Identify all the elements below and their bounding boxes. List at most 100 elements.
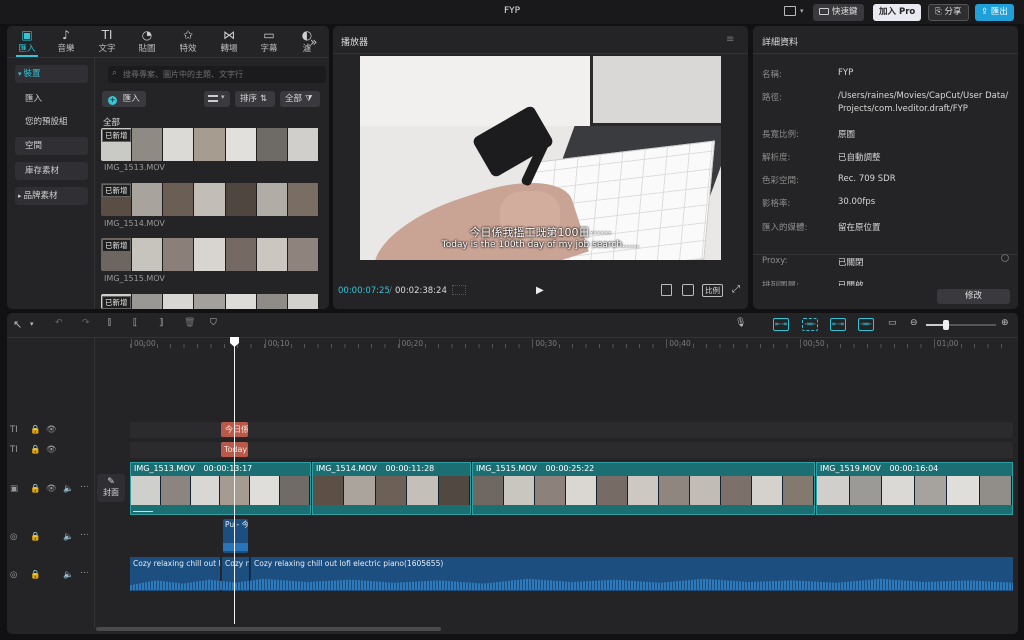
filter-button[interactable]: 全部 ⧩: [280, 91, 320, 107]
tab-1[interactable]: ▣ 匯入: [7, 28, 47, 54]
layout-icon[interactable]: [784, 6, 796, 16]
lock-icon[interactable]: 🔒: [30, 484, 41, 494]
speaker-icon[interactable]: 🔈: [63, 532, 74, 542]
split-icon[interactable]: ⫿: [108, 318, 111, 328]
media-item-thumbnail[interactable]: [101, 294, 319, 309]
video-preview[interactable]: 今日係我搵工既第100日⋯⋯ Today is the 100th day of…: [360, 56, 721, 260]
playhead-line[interactable]: [234, 346, 235, 624]
tab-5[interactable]: ✩ 特效: [168, 28, 208, 54]
detail-value: 已自動調整: [838, 153, 881, 163]
lock-icon[interactable]: 🔒: [30, 425, 41, 435]
search-input[interactable]: 搜尋專案、圖片中的主題、文字行: [123, 69, 243, 80]
export-button[interactable]: ⇪ 匯出: [975, 4, 1014, 21]
video-clip[interactable]: IMG_1513.MOV 00:00:13:17: [130, 462, 311, 515]
sidebar-item-6[interactable]: ▸ 品牌素材: [15, 187, 88, 205]
subtitle-icon: ▭: [263, 28, 275, 42]
video-clip[interactable]: IMG_1514.MOV 00:00:11:28: [312, 462, 471, 515]
main-track-magnet-icon[interactable]: ⇤⇥: [773, 318, 789, 331]
tab-6[interactable]: ⋈ 轉場: [209, 28, 249, 54]
tab-7[interactable]: ▭ 字幕: [249, 28, 289, 54]
audio-clip-label: Cozy relaxing chill out lofi electric pi…: [254, 559, 444, 568]
import-button[interactable]: + 匯入: [102, 91, 146, 107]
eye-icon[interactable]: 👁: [46, 425, 57, 435]
details-edit-button[interactable]: 修改: [937, 289, 1010, 304]
microphone-icon[interactable]: 🎙: [735, 318, 746, 328]
media-item-name: IMG_1514.MOV: [104, 219, 165, 228]
detail-value: 留在原位置: [838, 223, 881, 233]
sidebar-item-4[interactable]: 空間: [15, 137, 88, 155]
sidebar-item-label: 您的預設組: [25, 117, 68, 127]
tab-label: 貼圖: [138, 44, 156, 54]
grid-icon[interactable]: [452, 285, 466, 295]
cover-button[interactable]: ✎ 封面: [97, 474, 125, 502]
media-item-thumbnail[interactable]: [101, 128, 319, 161]
sidebar-item-5[interactable]: 庫存素材: [15, 162, 88, 180]
sidebar-item-3[interactable]: 您的預設組: [15, 113, 88, 131]
media-item-thumbnail[interactable]: [101, 238, 319, 271]
fullscreen-icon[interactable]: ⤢: [732, 284, 740, 295]
sort-button[interactable]: 排序 ⇅: [235, 91, 275, 107]
video-clip[interactable]: IMG_1515.MOV 00:00:25:22: [472, 462, 815, 515]
proxy-info-icon[interactable]: [1001, 254, 1009, 262]
detail-value: Rec. 709 SDR: [838, 174, 896, 184]
more-icon[interactable]: ⋯: [80, 482, 89, 492]
redo-icon[interactable]: ↷: [82, 318, 90, 328]
video-clip[interactable]: IMG_1519.MOV 00:00:16:04: [816, 462, 1013, 515]
trim-left-icon[interactable]: ⟦: [133, 318, 137, 328]
eye-icon[interactable]: 👁: [46, 484, 57, 494]
section-label: 全部: [103, 118, 121, 128]
linkage-icon[interactable]: ⇤⇥: [830, 318, 846, 331]
tab-label: 轉場: [220, 44, 238, 54]
share-button[interactable]: ⎘ 分享: [928, 4, 969, 21]
lock-icon[interactable]: 🔒: [30, 445, 41, 455]
fit-screen-icon[interactable]: [682, 284, 694, 296]
zoom-in-icon[interactable]: ⊕: [1001, 318, 1009, 328]
audio-track-icon: ◎: [10, 570, 18, 580]
lock-icon[interactable]: 🔒: [30, 570, 41, 580]
eye-icon[interactable]: 👁: [46, 445, 57, 455]
tab-3[interactable]: TI 文字: [87, 28, 127, 54]
tab-8[interactable]: ◐ 濾: [287, 28, 327, 54]
player-menu-icon[interactable]: ≡: [726, 34, 734, 45]
sidebar-item-2[interactable]: 匯入: [15, 90, 88, 108]
speaker-icon[interactable]: 🔈: [63, 570, 74, 580]
ratio-button[interactable]: 比例: [702, 284, 723, 297]
audio-clip-label: Cozy relaxing chill out lo: [133, 559, 220, 568]
more-icon[interactable]: ⋯: [80, 568, 89, 578]
media-item-thumbnail[interactable]: [101, 183, 319, 216]
layout-dropdown-icon[interactable]: ▾: [800, 7, 804, 15]
tab-4[interactable]: ◔ 貼圖: [127, 28, 167, 54]
tab-2[interactable]: ♪ 音樂: [46, 28, 86, 54]
zoom-slider[interactable]: [926, 320, 996, 330]
more-icon[interactable]: ⋯: [80, 530, 89, 540]
select-tool-icon[interactable]: ↖: [13, 318, 22, 331]
text-track-icon: TI: [10, 425, 18, 435]
share-icon: ⎘: [935, 7, 945, 17]
text-track-lane: [130, 422, 1013, 438]
preview-axis-icon[interactable]: ⇥⇤: [858, 318, 874, 331]
search-box[interactable]: ⌕ 搜尋專案、圖片中的主題、文字行: [108, 66, 326, 83]
auto-snap-icon[interactable]: ⇥⇤: [802, 318, 818, 331]
undo-icon[interactable]: ↶: [55, 318, 63, 328]
detail-key: 長寬比例:: [762, 130, 799, 140]
select-tool-dropdown-icon[interactable]: ▾: [30, 320, 34, 328]
caption-icon[interactable]: ▭: [888, 318, 897, 328]
sort-icon: ⇅: [260, 94, 268, 104]
media-item-name: IMG_1513.MOV: [104, 163, 165, 172]
zoom-out-icon[interactable]: ⊖: [910, 318, 918, 328]
delete-icon[interactable]: 🗑: [184, 318, 195, 328]
zoom-slider-handle[interactable]: [943, 320, 949, 330]
lock-icon[interactable]: 🔒: [30, 532, 41, 542]
audio-clip[interactable]: Pu - 今: [223, 519, 248, 553]
marker-icon[interactable]: ⛉: [210, 318, 217, 328]
trim-right-icon[interactable]: ⟧: [159, 318, 163, 328]
speaker-icon[interactable]: 🔈: [63, 484, 74, 494]
view-toggle-button[interactable]: ▾: [204, 91, 230, 107]
volume-meter-icon[interactable]: [661, 284, 672, 296]
timeline-scrollbar[interactable]: [96, 627, 441, 631]
sidebar-item-1[interactable]: ▾ 裝置: [15, 65, 88, 83]
play-button[interactable]: ▶: [536, 285, 544, 296]
sticker-icon: ◔: [141, 28, 153, 42]
shortcut-button[interactable]: 快速鍵: [813, 4, 864, 21]
join-pro-button[interactable]: 加入 Pro: [873, 4, 922, 21]
